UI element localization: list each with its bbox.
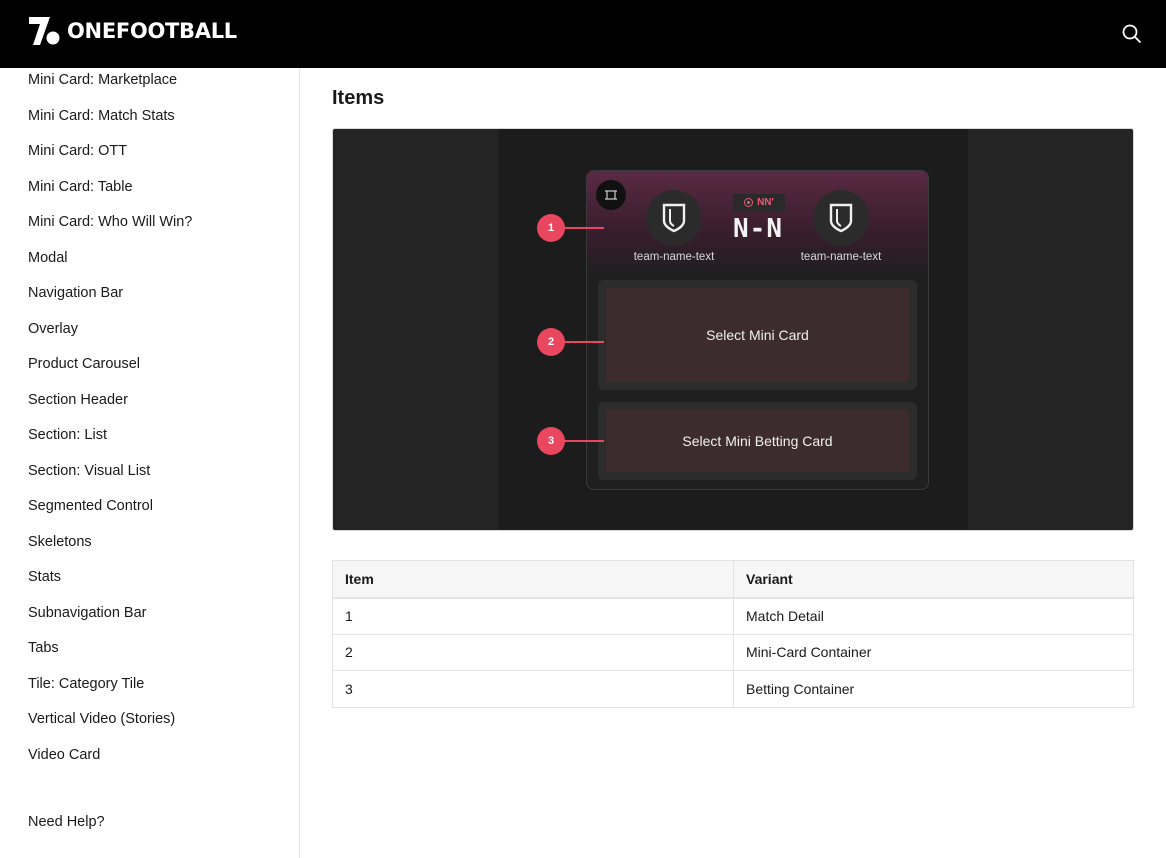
sidebar: Mini Card: Marketplace Mini Card: Match … — [0, 68, 300, 858]
table-header-row: Item Variant — [332, 560, 1134, 599]
betting-card-slot-label: Select Mini Betting Card — [606, 410, 909, 472]
sidebar-item[interactable]: Video Card — [28, 743, 192, 779]
match-score: N-N — [733, 214, 783, 244]
sidebar-item[interactable]: Section: Visual List — [28, 459, 192, 495]
table-row: 3 Betting Container — [332, 670, 1134, 708]
table-cell-item: 1 — [332, 597, 734, 635]
live-minute: NN' — [757, 197, 774, 208]
table-cell-variant: Betting Container — [733, 670, 1134, 708]
anatomy-marker-line — [564, 341, 604, 343]
onefootball-logo[interactable]: ONEFOOTBALL — [28, 16, 237, 46]
table-cell-variant: Mini-Card Container — [733, 633, 1134, 671]
live-dot-icon — [744, 198, 754, 207]
section-title: Items — [332, 87, 385, 109]
sidebar-item[interactable]: Mini Card: OTT — [28, 139, 192, 175]
sidebar-item[interactable]: Mini Card: Match Stats — [28, 104, 192, 140]
sidebar-item[interactable]: Subnavigation Bar — [28, 601, 192, 637]
sidebar-item[interactable]: Section Header — [28, 388, 192, 424]
items-table: Item Variant 1 Match Detail 2 Mini-Card … — [332, 560, 1134, 708]
home-team-crest-icon — [646, 190, 702, 246]
mini-card-slot-label: Select Mini Card — [606, 288, 909, 382]
table-cell-item: 2 — [332, 633, 734, 671]
sidebar-item[interactable]: Stats — [28, 565, 192, 601]
sidebar-nav: Mini Card: Marketplace Mini Card: Match … — [28, 68, 192, 778]
sidebar-item[interactable]: Tabs — [28, 636, 192, 672]
table-cell-variant: Match Detail — [733, 597, 1134, 635]
sidebar-item[interactable]: Overlay — [28, 317, 192, 353]
sidebar-item[interactable]: Segmented Control — [28, 494, 192, 530]
anatomy-marker-3: 3 — [537, 427, 565, 455]
table-cell-item: 3 — [332, 670, 734, 708]
table-row: 2 Mini-Card Container — [332, 633, 1134, 671]
sidebar-item[interactable]: Mini Card: Marketplace — [28, 68, 192, 104]
anatomy-preview: NN' N-N team-name-text team-name-text Se… — [332, 128, 1134, 531]
betting-card-slot[interactable]: Select Mini Betting Card — [598, 402, 917, 480]
need-help-link[interactable]: Need Help? — [28, 814, 105, 830]
sidebar-item[interactable]: Modal — [28, 246, 192, 282]
frame-icon — [596, 180, 626, 210]
anatomy-marker-line — [564, 440, 604, 442]
sidebar-item[interactable]: Skeletons — [28, 530, 192, 566]
mini-card-slot[interactable]: Select Mini Card — [598, 280, 917, 390]
sidebar-item[interactable]: Navigation Bar — [28, 281, 192, 317]
sidebar-item[interactable]: Mini Card: Table — [28, 175, 192, 211]
anatomy-marker-2: 2 — [537, 328, 565, 356]
live-badge: NN' — [733, 194, 785, 211]
logo-text: ONEFOOTBALL — [67, 19, 237, 43]
search-icon[interactable] — [1120, 22, 1144, 46]
main-content: Items NN' N-N team-name-text team-name-t… — [300, 68, 1166, 858]
column-header-item: Item — [332, 560, 734, 599]
column-header-variant: Variant — [733, 560, 1134, 599]
sidebar-item[interactable]: Section: List — [28, 423, 192, 459]
match-card: NN' N-N team-name-text team-name-text Se… — [586, 170, 929, 490]
sidebar-item[interactable]: Product Carousel — [28, 352, 192, 388]
away-team-crest-icon — [813, 190, 869, 246]
sidebar-item[interactable]: Vertical Video (Stories) — [28, 707, 192, 743]
table-row: 1 Match Detail — [332, 597, 1134, 635]
away-team-name: team-name-text — [800, 251, 882, 263]
anatomy-marker-line — [564, 227, 604, 229]
top-bar: ONEFOOTBALL — [0, 0, 1166, 68]
logo-mark-icon — [29, 17, 60, 45]
home-team-name: team-name-text — [633, 251, 715, 263]
sidebar-item[interactable]: Tile: Category Tile — [28, 672, 192, 708]
anatomy-marker-1: 1 — [537, 214, 565, 242]
sidebar-item[interactable]: Mini Card: Who Will Win? — [28, 210, 192, 246]
